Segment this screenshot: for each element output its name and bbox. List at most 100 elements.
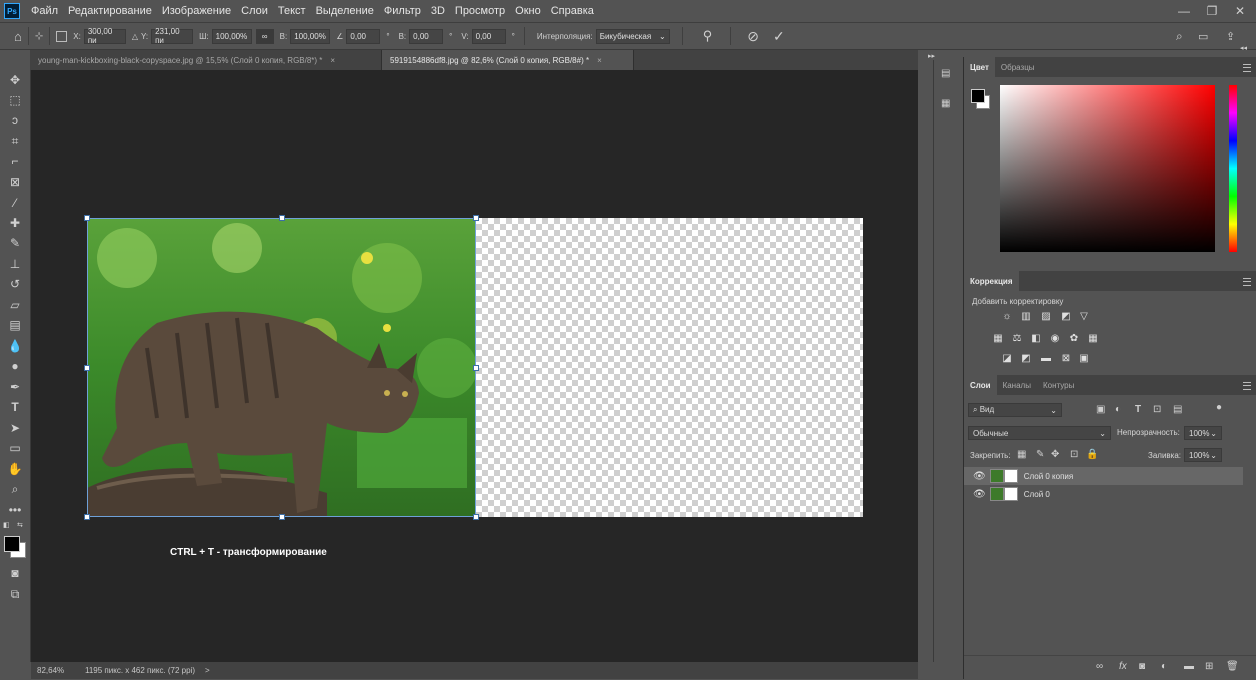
object-select-icon[interactable]: ⌗ [5, 132, 25, 150]
angle-field[interactable]: 0,00 [346, 28, 381, 44]
lock-all-icon[interactable]: 🔒 [1086, 449, 1098, 460]
layer-row[interactable]: 👁 Слой 0 копия [964, 467, 1243, 485]
path-select-icon[interactable]: ➤ [5, 419, 25, 437]
commit-transform-icon[interactable]: ✓ [773, 28, 785, 45]
x-field[interactable]: 300,00 пи [83, 27, 126, 45]
tab-channels[interactable]: Каналы [997, 375, 1037, 395]
zoom-level[interactable]: 82,64% [37, 666, 77, 675]
layer-name[interactable]: Слой 0 копия [1024, 472, 1074, 481]
delete-layer-icon[interactable]: 🗑 [1226, 661, 1239, 672]
menu-filter[interactable]: Фильтр [379, 5, 426, 17]
transform-handle-top-left[interactable] [84, 215, 90, 221]
tab-color[interactable]: Цвет [964, 57, 995, 77]
filter-shape-icon[interactable]: ⊡ [1153, 404, 1161, 415]
status-arrow-icon[interactable]: > [205, 666, 210, 675]
tab-document-2[interactable]: 5919154886df8.jpg @ 82,6% (Слой 0 копия,… [382, 50, 634, 70]
levels-icon[interactable]: ▥ [1020, 311, 1032, 322]
menu-window[interactable]: Окно [510, 5, 546, 17]
warp-icon[interactable]: ⚲ [703, 28, 713, 44]
height-field[interactable]: 100,00% [290, 28, 331, 44]
h-skew-field[interactable]: 0,00 [409, 28, 444, 44]
vibrance-icon[interactable]: ▦ [992, 333, 1004, 344]
brush-icon[interactable]: ✎ [5, 234, 25, 252]
gradient-icon[interactable]: ▤ [5, 316, 25, 334]
interpolation-select[interactable]: Бикубическая ⌄ [595, 28, 670, 44]
filter-smart-icon[interactable]: ▤ [1173, 404, 1182, 415]
menu-layers[interactable]: Слои [236, 5, 273, 17]
filter-pixel-icon[interactable]: ▣ [1096, 404, 1105, 415]
filter-toggle-icon[interactable]: ● [1216, 402, 1222, 413]
share-icon[interactable]: ⇪ [1226, 30, 1235, 43]
eyedropper-icon[interactable]: ⁄ [5, 194, 25, 212]
collapse-left-icon[interactable]: ▸▸ [928, 52, 935, 60]
search-icon[interactable]: ⌕ [1176, 29, 1183, 44]
relative-icon[interactable]: △ [132, 32, 138, 41]
home-icon[interactable]: ⌂ [14, 29, 22, 44]
selective-color-icon[interactable]: ⊠ [1060, 353, 1072, 364]
color-lookup-icon[interactable]: ▦ [1087, 333, 1099, 344]
transform-handle-right[interactable] [473, 365, 479, 371]
history-panel-icon[interactable]: ▤ [941, 68, 950, 79]
photo-filter-icon[interactable]: ◉ [1049, 333, 1061, 344]
black-white-icon[interactable]: ◧ [1030, 333, 1042, 344]
menu-type[interactable]: Текст [273, 5, 311, 17]
menu-3d[interactable]: 3D [426, 5, 450, 17]
eraser-icon[interactable]: ▱ [5, 296, 25, 314]
tab-document-1[interactable]: young-man-kickboxing-black-copyspace.jpg… [30, 50, 382, 70]
reference-point-icon[interactable]: ⊹ [35, 31, 43, 42]
transform-handle-bottom[interactable] [279, 514, 285, 520]
add-mask-icon[interactable]: ◙ [1139, 661, 1145, 672]
panel-menu-icon[interactable] [1243, 278, 1251, 286]
lock-pixels-icon[interactable]: ✎ [1036, 449, 1044, 460]
menu-view[interactable]: Просмотр [450, 5, 510, 17]
gradient-map-icon[interactable]: ▽ [1078, 311, 1090, 322]
tab-adjustments[interactable]: Коррекция [964, 271, 1019, 291]
history-brush-icon[interactable]: ↺ [5, 275, 25, 293]
curves-icon[interactable]: ▨ [1040, 311, 1052, 322]
move-icon[interactable]: ✥ [5, 71, 25, 89]
blur-icon[interactable]: 💧 [5, 337, 25, 355]
transform-handle-top-right[interactable] [473, 215, 479, 221]
minimize-icon[interactable]: — [1172, 0, 1196, 22]
fx-icon[interactable]: fx [1119, 661, 1127, 672]
transform-handle-bottom-right[interactable] [473, 514, 479, 520]
color-field[interactable] [1000, 85, 1215, 252]
marquee-icon[interactable]: ⬚ [5, 91, 25, 109]
link-icon[interactable]: ∞ [255, 28, 274, 44]
visibility-eye-icon[interactable]: 👁 [973, 471, 986, 482]
crop-icon[interactable]: ⌐ [5, 152, 25, 170]
visibility-eye-icon[interactable]: 👁 [973, 489, 986, 500]
panel-menu-icon[interactable] [1243, 382, 1251, 390]
layer-filter-select[interactable]: ⌕ Вид ⌄ [968, 403, 1062, 417]
tab-swatches[interactable]: Образцы [995, 57, 1041, 77]
filter-type-icon[interactable]: T [1135, 404, 1141, 415]
posterize-icon[interactable]: ◩ [1020, 353, 1032, 364]
transform-handle-left[interactable] [84, 365, 90, 371]
v-skew-field[interactable]: 0,00 [471, 28, 506, 44]
tab-layers[interactable]: Слои [964, 375, 997, 395]
new-group-icon[interactable]: ▬ [1184, 661, 1194, 672]
close-tab-icon[interactable]: × [330, 56, 335, 65]
transform-handle-top[interactable] [279, 215, 285, 221]
link-layers-icon[interactable]: ∞ [1096, 661, 1103, 672]
filter-adjustment-icon[interactable]: ◐ [1115, 404, 1121, 415]
dodge-icon[interactable]: ● [5, 357, 25, 375]
layer-row[interactable]: 👁 Слой 0 [964, 485, 1244, 503]
foreground-swatch[interactable] [971, 89, 985, 103]
workspace-icon[interactable]: ▭ [1198, 30, 1208, 43]
type-icon[interactable]: T [5, 398, 25, 416]
menu-image[interactable]: Изображение [157, 5, 236, 17]
layer-name[interactable]: Слой 0 [1024, 490, 1050, 499]
blend-mode-select[interactable]: Обычные ⌄ [968, 426, 1111, 440]
brightness-icon[interactable]: ☼ [1001, 311, 1013, 322]
menu-edit[interactable]: Редактирование [63, 5, 157, 17]
transform-bounding-box[interactable] [87, 218, 476, 517]
swap-colors-icon[interactable]: ⇆ [17, 521, 27, 529]
zoom-icon[interactable]: ⌕ [5, 480, 25, 498]
lasso-icon[interactable]: ↄ [5, 111, 25, 129]
lock-artboard-icon[interactable]: ⊡ [1070, 449, 1078, 460]
pen-icon[interactable]: ✒ [5, 378, 25, 396]
close-icon[interactable]: ✕ [1228, 0, 1252, 22]
exposure-icon[interactable]: ◩ [1060, 311, 1072, 322]
menu-help[interactable]: Справка [546, 5, 599, 17]
